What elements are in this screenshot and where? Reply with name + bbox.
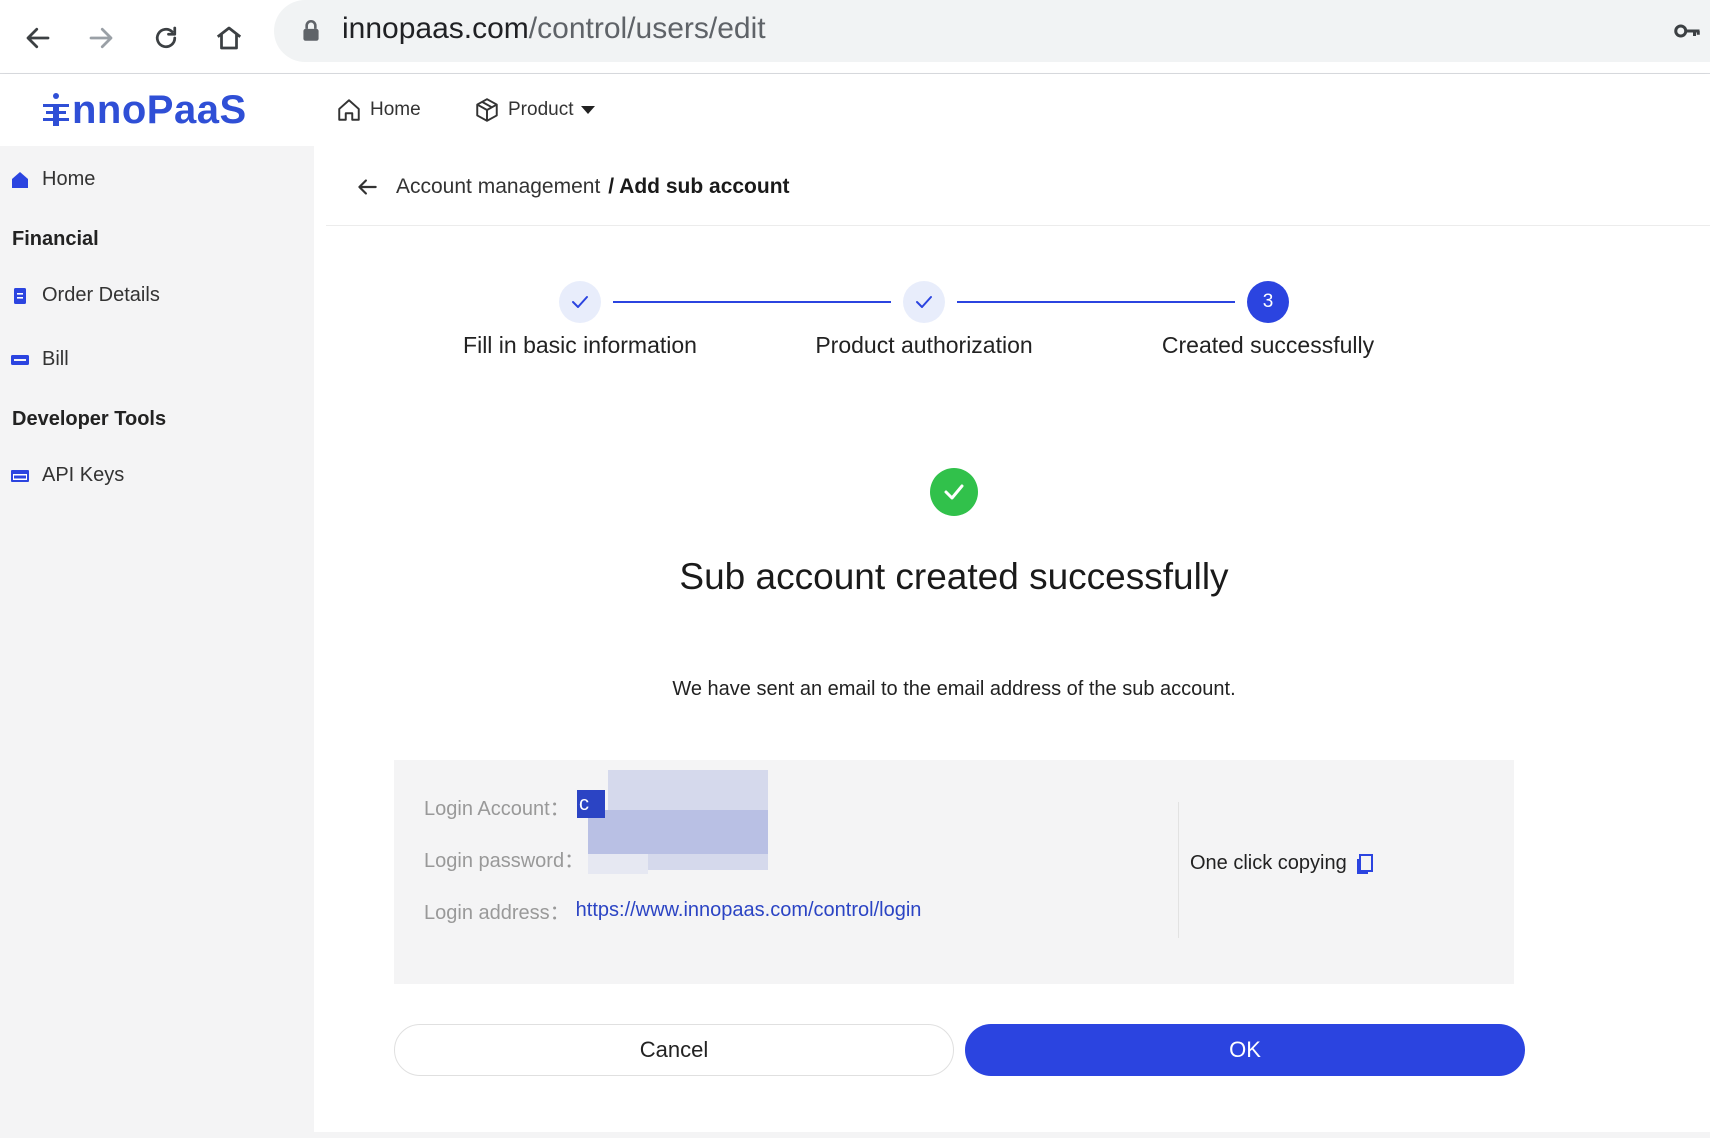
credentials-panel: Login Account： Login password： Login add… xyxy=(394,760,1514,984)
check-icon xyxy=(572,296,588,308)
one-click-copy-button[interactable]: One click copying xyxy=(1190,852,1375,875)
sidebar-item-home[interactable]: Home xyxy=(10,168,95,191)
success-title: Sub account created successfully xyxy=(679,556,1229,597)
lock-icon[interactable] xyxy=(298,18,324,44)
chevron-down-icon xyxy=(581,106,596,114)
cancel-button[interactable]: Cancel xyxy=(394,1024,954,1076)
address-bar[interactable]: innopaas.com/control/users/edit xyxy=(274,0,1710,62)
step-number: 3 xyxy=(1262,291,1274,312)
back-button[interactable] xyxy=(12,12,64,64)
breadcrumb: Account management / Add sub account xyxy=(354,174,790,200)
arrow-left-icon[interactable] xyxy=(354,174,380,200)
sidebar-item-api-keys[interactable]: API Keys xyxy=(10,464,124,487)
breadcrumb-current: / Add sub account xyxy=(608,175,790,198)
header-divider xyxy=(326,225,1710,226)
login-address-row: Login address： https://www.innopaas.com/… xyxy=(424,896,921,925)
success-check-icon xyxy=(930,468,978,516)
step-connector xyxy=(957,301,1235,303)
sidebar-item-label: Bill xyxy=(42,348,69,370)
breadcrumb-parent[interactable]: Account management xyxy=(396,175,600,199)
step-1-label: Fill in basic information xyxy=(463,332,697,358)
sidebar-item-label: API Keys xyxy=(42,464,125,486)
top-nav-product-label: Product xyxy=(508,99,574,120)
top-nav-home[interactable]: Home xyxy=(336,94,421,126)
sidebar-item-label: Order Details xyxy=(42,284,160,306)
app-header: nnoPaaS Home Product xyxy=(0,74,1710,146)
reload-button[interactable] xyxy=(140,12,192,64)
document-icon xyxy=(14,287,26,304)
sidebar-group-developer-tools: Developer Tools xyxy=(12,408,167,430)
forward-button[interactable] xyxy=(75,12,127,64)
api-icon xyxy=(11,469,29,482)
ticket-icon xyxy=(11,354,29,365)
reload-icon xyxy=(155,26,177,49)
home-browser-button[interactable] xyxy=(203,12,255,64)
redaction-block xyxy=(588,854,648,874)
login-password-label: Login password： xyxy=(424,850,585,872)
step-3-circle: 3 xyxy=(1247,281,1289,323)
sidebar-item-label: Home xyxy=(42,168,96,190)
success-description: We have sent an email to the email addre… xyxy=(672,678,1236,700)
redacted-credentials xyxy=(588,770,768,874)
login-address-label: Login address： xyxy=(424,902,570,924)
step-connector xyxy=(613,301,891,303)
check-icon xyxy=(916,296,932,308)
step-3-label: Created successfully xyxy=(1161,332,1375,358)
logo-text: nnoPaaS xyxy=(72,87,247,132)
browser-toolbar: innopaas.com/control/users/edit xyxy=(0,0,1710,74)
login-address-link[interactable]: https://www.innopaas.com/control/login xyxy=(576,899,922,922)
panel-divider xyxy=(1178,802,1179,938)
home-icon xyxy=(338,99,360,121)
main-content: Account management / Add sub account 3 F… xyxy=(314,146,1710,1132)
top-nav-product[interactable]: Product xyxy=(474,94,596,126)
login-account-row: Login Account： xyxy=(424,792,570,821)
copy-label: One click copying xyxy=(1190,852,1347,874)
house-icon xyxy=(216,26,242,50)
sidebar-group-financial: Financial xyxy=(12,228,99,250)
arrow-right-icon xyxy=(89,27,113,49)
sidebar-item-bill[interactable]: Bill xyxy=(10,348,69,371)
home-filled-icon xyxy=(12,171,28,188)
sidebar-item-order-details[interactable]: Order Details xyxy=(10,284,160,307)
arrow-left-icon xyxy=(26,27,50,49)
ok-button[interactable]: OK xyxy=(965,1024,1525,1076)
top-nav-home-label: Home xyxy=(370,99,421,120)
step-2-label: Product authorization xyxy=(815,332,1033,358)
step-1-circle xyxy=(559,281,601,323)
url-text: innopaas.com/control/users/edit xyxy=(342,12,766,45)
step-2-circle xyxy=(903,281,945,323)
redaction-block xyxy=(588,810,768,854)
logo[interactable]: nnoPaaS xyxy=(40,86,247,134)
copy-icon xyxy=(1356,853,1373,874)
login-account-label: Login Account： xyxy=(424,798,570,820)
cube-icon xyxy=(476,98,498,122)
logo-mark-icon xyxy=(43,93,69,126)
login-password-row: Login password： xyxy=(424,844,584,873)
page-bottom-band xyxy=(314,1132,1710,1138)
sidebar: Home Financial Order Details Bill Develo… xyxy=(0,146,314,1138)
key-icon[interactable] xyxy=(1672,16,1702,46)
login-account-value[interactable]: c xyxy=(577,790,605,818)
check-icon xyxy=(944,484,964,500)
